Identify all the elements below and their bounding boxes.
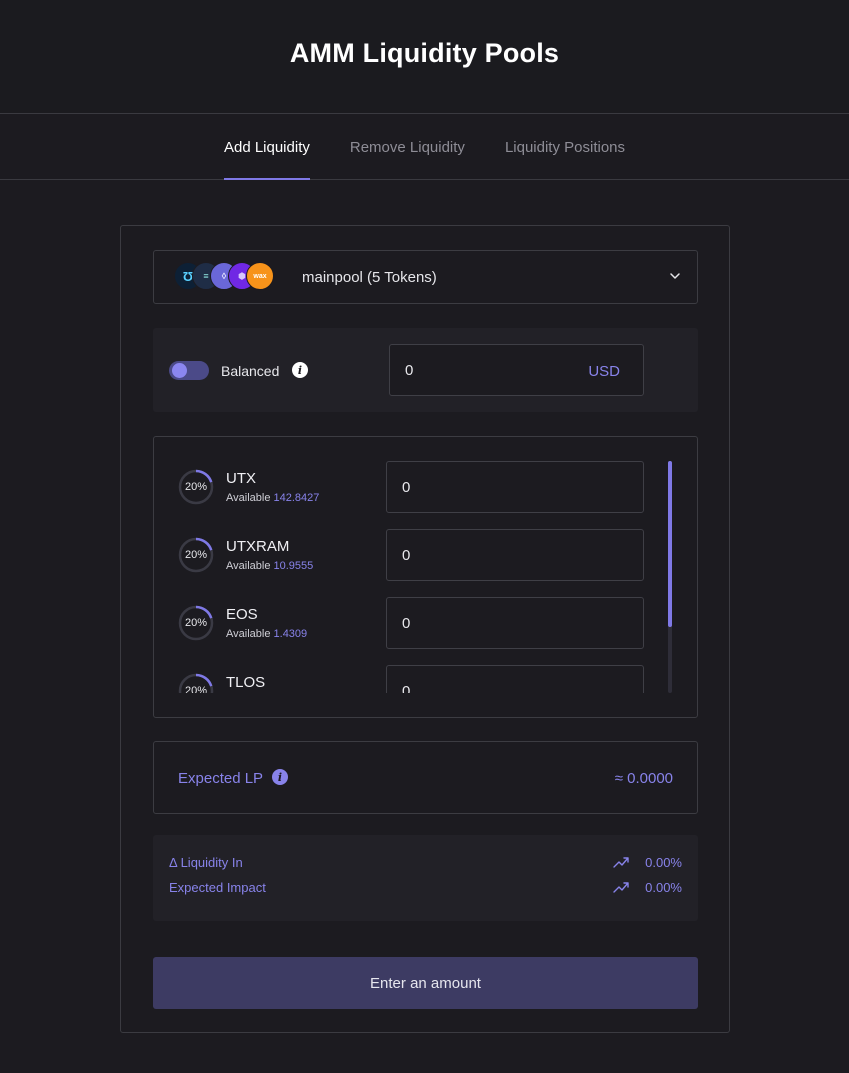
wax-token-icon: wax bbox=[246, 262, 274, 290]
usd-amount-value: 0 bbox=[405, 362, 414, 379]
available-label: Available bbox=[226, 628, 271, 640]
expected-impact-value: 0.00% bbox=[645, 880, 682, 895]
expected-impact-label: Expected Impact bbox=[169, 880, 266, 895]
token-list-panel: 20% UTX Available 142.8427 0 20% UTXRAM … bbox=[153, 436, 698, 718]
token-available: Available 142.8427 bbox=[226, 492, 319, 504]
liquidity-in-value: 0.00% bbox=[645, 855, 682, 870]
expected-lp-value: ≈ 0.0000 bbox=[614, 770, 673, 787]
available-amount[interactable]: 142.8427 bbox=[274, 492, 320, 504]
info-icon[interactable]: i bbox=[292, 362, 308, 378]
token-amount-value: 0 bbox=[402, 615, 411, 632]
token-amount-value: 0 bbox=[402, 683, 411, 693]
trending-up-icon bbox=[613, 857, 629, 868]
tab-add-liquidity[interactable]: Add Liquidity bbox=[223, 115, 310, 180]
chevron-down-icon bbox=[670, 273, 680, 279]
token-amount-value: 0 bbox=[402, 479, 411, 496]
balanced-panel: Balanced i 0 USD bbox=[153, 328, 698, 412]
token-symbol: EOS bbox=[226, 606, 258, 623]
token-list-scrollbar[interactable] bbox=[668, 461, 672, 693]
token-row-eos: 20% EOS Available 1.4309 0 bbox=[154, 597, 697, 649]
token-amount-input[interactable]: 0 bbox=[386, 665, 644, 693]
token-row-utx: 20% UTX Available 142.8427 0 bbox=[154, 461, 697, 513]
tab-remove-liquidity[interactable]: Remove Liquidity bbox=[350, 115, 465, 179]
available-amount[interactable]: 10.9555 bbox=[274, 560, 314, 572]
available-amount[interactable]: 1.4309 bbox=[274, 628, 308, 640]
page-header: AMM Liquidity Pools bbox=[0, 0, 849, 114]
pool-select-dropdown[interactable]: Ʊ ≡ ◊ ⬢ wax mainpool (5 Tokens) bbox=[153, 250, 698, 304]
balanced-toggle[interactable] bbox=[169, 361, 209, 380]
token-amount-value: 0 bbox=[402, 547, 411, 564]
token-available: Available 1.4309 bbox=[226, 628, 307, 640]
enter-amount-button[interactable]: Enter an amount bbox=[153, 957, 698, 1009]
available-label: Available bbox=[226, 492, 271, 504]
balanced-label: Balanced bbox=[221, 363, 280, 379]
stats-panel: Δ Liquidity In 0.00% Expected Impact 0.0… bbox=[153, 835, 698, 921]
expected-lp-panel: Expected LP i ≈ 0.0000 bbox=[153, 741, 698, 814]
share-percent: 20% bbox=[184, 685, 208, 693]
pool-name: mainpool (5 Tokens) bbox=[302, 268, 437, 286]
token-amount-input[interactable]: 0 bbox=[386, 597, 644, 649]
token-symbol: UTXRAM bbox=[226, 538, 290, 555]
token-amount-input[interactable]: 0 bbox=[386, 461, 644, 513]
share-percent: 20% bbox=[184, 617, 208, 629]
share-percent: 20% bbox=[184, 481, 208, 493]
usd-amount-input[interactable]: 0 USD bbox=[389, 344, 644, 396]
token-amount-input[interactable]: 0 bbox=[386, 529, 644, 581]
add-liquidity-card: Ʊ ≡ ◊ ⬢ wax mainpool (5 Tokens) Balanced… bbox=[120, 225, 730, 1033]
token-row-utxram: 20% UTXRAM Available 10.9555 0 bbox=[154, 529, 697, 581]
tab-bar: Add Liquidity Remove Liquidity Liquidity… bbox=[0, 115, 849, 180]
pool-token-icons: Ʊ ≡ ◊ ⬢ wax bbox=[174, 262, 294, 292]
token-row-tlos: 20% TLOS 0 bbox=[154, 665, 697, 693]
token-symbol: TLOS bbox=[226, 674, 266, 691]
token-available: Available 10.9555 bbox=[226, 560, 313, 572]
share-percent: 20% bbox=[184, 549, 208, 561]
trending-up-icon bbox=[613, 882, 629, 893]
liquidity-in-label: Δ Liquidity In bbox=[169, 855, 243, 870]
expected-lp-label: Expected LP bbox=[178, 770, 264, 787]
info-icon[interactable]: i bbox=[272, 769, 288, 785]
scrollbar-thumb[interactable] bbox=[668, 461, 672, 627]
page-title: AMM Liquidity Pools bbox=[289, 38, 560, 68]
available-label: Available bbox=[226, 560, 271, 572]
currency-label: USD bbox=[588, 363, 620, 380]
tab-liquidity-positions[interactable]: Liquidity Positions bbox=[505, 115, 625, 179]
token-symbol: UTX bbox=[226, 470, 256, 487]
toggle-knob bbox=[172, 363, 187, 378]
token-list[interactable]: 20% UTX Available 142.8427 0 20% UTXRAM … bbox=[154, 461, 697, 693]
